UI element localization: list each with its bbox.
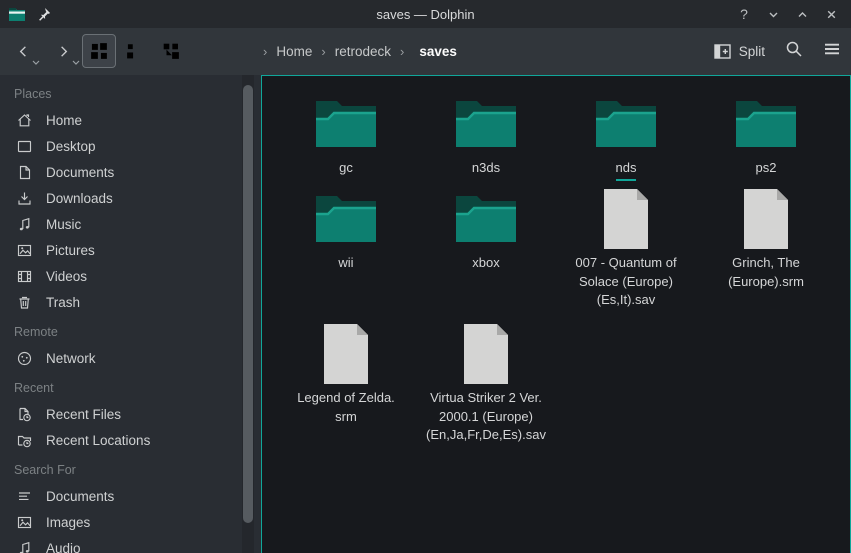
file-icon: [321, 323, 371, 385]
details-view-button[interactable]: [154, 34, 188, 68]
breadcrumb-separator: ›: [400, 44, 404, 59]
window-title: saves — Dolphin: [0, 7, 851, 22]
breadcrumb-retrodeck[interactable]: retrodeck: [335, 44, 391, 59]
video-icon: [16, 268, 33, 285]
desktop-icon: [16, 138, 33, 155]
search-icon: [785, 40, 803, 58]
icons-view-button[interactable]: [82, 34, 116, 68]
split-view-icon: [714, 44, 731, 59]
sidebar-item-recent-files[interactable]: Recent Files: [0, 401, 262, 427]
folder-icon: [454, 98, 518, 150]
pin-icon[interactable]: [36, 7, 51, 22]
folder-icon: [734, 98, 798, 150]
sidebar-item-desktop[interactable]: Desktop: [0, 133, 262, 159]
file-item-grinch-the[interactable]: Grinch, The (Europe).srm: [696, 185, 836, 320]
compact-view-icon: [126, 42, 144, 60]
music-icon: [16, 216, 33, 233]
dolphin-window: saves — Dolphin ? › Home: [0, 0, 851, 553]
file-item-legend-of-zelda[interactable]: Legend of Zelda. srm: [276, 320, 416, 445]
sidebar-item-search-documents[interactable]: Documents: [0, 483, 262, 509]
file-icon: [601, 188, 651, 250]
maximize-button[interactable]: [792, 4, 812, 24]
sidebar-item-music[interactable]: Music: [0, 211, 262, 237]
split-button[interactable]: Split: [714, 44, 765, 59]
chevron-down-icon: [767, 8, 780, 21]
close-button[interactable]: [821, 4, 841, 24]
split-button-label: Split: [739, 44, 765, 59]
places-panel: Places Home Desktop Documents Downloads …: [0, 75, 262, 553]
titlebar: saves — Dolphin ?: [0, 0, 851, 28]
sidebar-item-network[interactable]: Network: [0, 345, 262, 371]
section-header-search-for: Search For: [0, 457, 262, 483]
file-icon: [741, 188, 791, 250]
folder-item-wii[interactable]: wii: [276, 185, 416, 320]
breadcrumb: › Home › retrodeck › saves: [263, 28, 457, 75]
hamburger-menu-icon: [823, 40, 841, 58]
recent-folder-icon: [16, 432, 33, 449]
sidebar-item-documents[interactable]: Documents: [0, 159, 262, 185]
sidebar-item-pictures[interactable]: Pictures: [0, 237, 262, 263]
minimize-button[interactable]: [763, 4, 783, 24]
folder-icon: [454, 193, 518, 245]
breadcrumb-saves[interactable]: saves: [419, 44, 457, 59]
music-icon: [16, 540, 33, 553]
home-icon: [16, 112, 33, 129]
sidebar-item-trash[interactable]: Trash: [0, 289, 262, 315]
section-header-recent: Recent: [0, 375, 262, 401]
sidebar-item-recent-locations[interactable]: Recent Locations: [0, 427, 262, 453]
chevron-right-icon: [56, 44, 71, 59]
folder-item-ps2[interactable]: ps2: [696, 90, 836, 185]
folder-item-n3ds[interactable]: n3ds: [416, 90, 556, 185]
folder-item-nds[interactable]: nds: [556, 90, 696, 185]
network-icon: [16, 350, 33, 367]
sidebar-item-videos[interactable]: Videos: [0, 263, 262, 289]
folder-icon: [594, 98, 658, 150]
section-header-places: Places: [0, 81, 262, 107]
sidebar-item-search-images[interactable]: Images: [0, 509, 262, 535]
image-icon: [16, 514, 33, 531]
compact-view-button[interactable]: [118, 34, 152, 68]
help-button[interactable]: ?: [734, 4, 754, 24]
tree-view-icon: [162, 42, 180, 60]
sidebar-item-downloads[interactable]: Downloads: [0, 185, 262, 211]
folder-item-gc[interactable]: gc: [276, 90, 416, 185]
breadcrumb-home[interactable]: Home: [276, 44, 312, 59]
sidebar-item-home[interactable]: Home: [0, 107, 262, 133]
folder-view: gc n3ds nds ps2 wii: [261, 75, 851, 553]
file-item-007-quantum-of-solace[interactable]: 007 - Quantum of Solace (Europe) (Es,It)…: [556, 185, 696, 320]
app-folder-icon: [8, 6, 26, 22]
file-icon: [461, 323, 511, 385]
menu-button[interactable]: [823, 40, 841, 63]
text-lines-icon: [16, 488, 33, 505]
section-header-remote: Remote: [0, 319, 262, 345]
sidebar-item-search-audio[interactable]: Audio: [0, 535, 262, 553]
breadcrumb-separator: ›: [321, 44, 325, 59]
forward-button[interactable]: [50, 36, 76, 66]
grid-view-icon: [90, 42, 108, 60]
chevron-left-icon: [16, 44, 31, 59]
back-button[interactable]: [10, 36, 36, 66]
chevron-up-icon: [796, 8, 809, 21]
toolbar: › Home › retrodeck › saves Split: [0, 28, 851, 75]
search-button[interactable]: [785, 40, 803, 63]
image-icon: [16, 242, 33, 259]
sidebar-scrollbar-thumb[interactable]: [243, 85, 253, 523]
folder-icon: [314, 98, 378, 150]
close-icon: [825, 8, 838, 21]
trash-icon: [16, 294, 33, 311]
recent-file-icon: [16, 406, 33, 423]
caret-down-icon: [32, 60, 40, 65]
folder-icon: [314, 193, 378, 245]
breadcrumb-separator: ›: [263, 44, 267, 59]
document-icon: [16, 164, 33, 181]
file-item-virtua-striker-2[interactable]: Virtua Striker 2 Ver. 2000.1 (Europe) (E…: [416, 320, 556, 445]
caret-down-icon: [72, 60, 80, 65]
folder-item-xbox[interactable]: xbox: [416, 185, 556, 320]
download-icon: [16, 190, 33, 207]
